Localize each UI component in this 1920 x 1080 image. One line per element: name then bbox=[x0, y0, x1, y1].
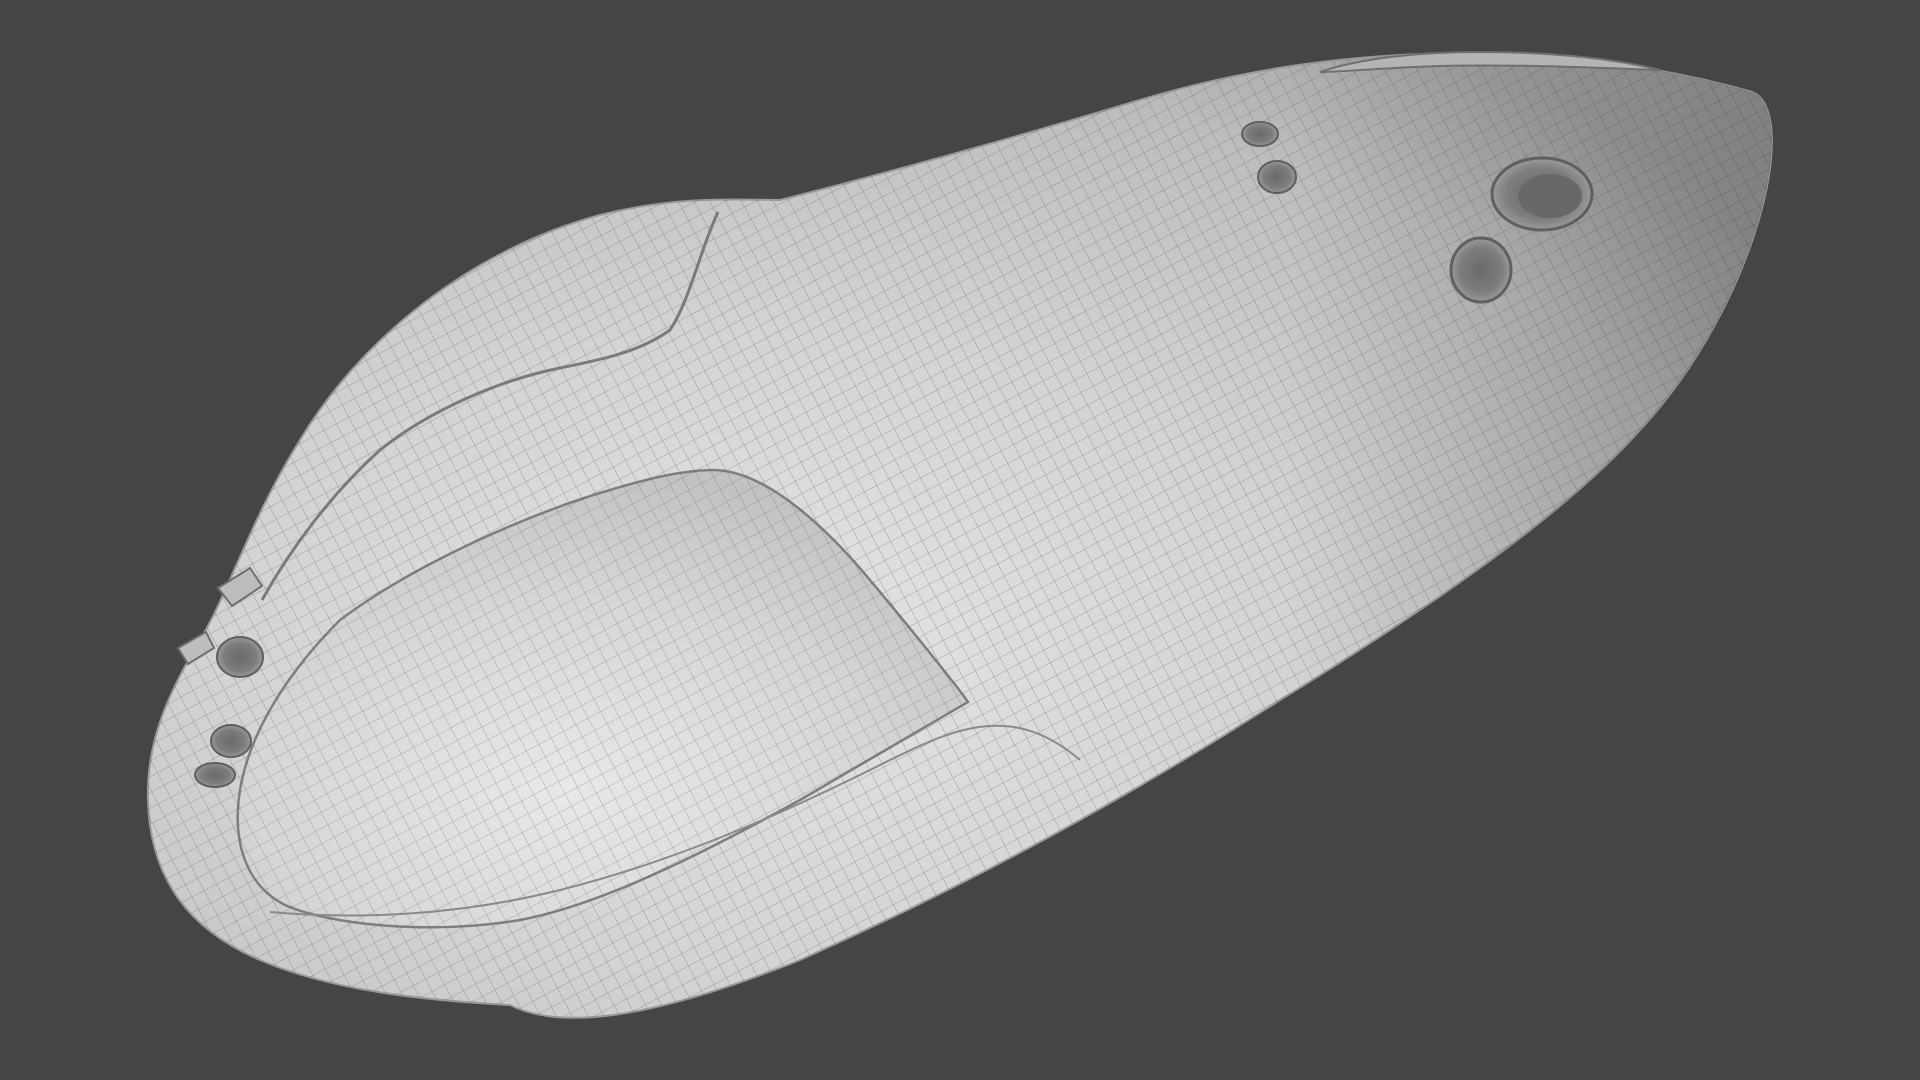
3d-viewport[interactable] bbox=[0, 0, 1920, 1080]
spaceship-hull-model[interactable] bbox=[146, 50, 1773, 1019]
vent-hole-medium bbox=[1449, 236, 1513, 304]
vent-hole-small-b bbox=[1257, 160, 1297, 194]
vent-hole-small-a bbox=[1241, 121, 1279, 147]
nose-hole-b bbox=[210, 724, 252, 758]
render-canvas bbox=[146, 50, 1773, 1019]
vent-hole-large-inner bbox=[1518, 174, 1582, 218]
nose-hole-c bbox=[194, 762, 236, 788]
nose-hole-a bbox=[216, 636, 264, 678]
